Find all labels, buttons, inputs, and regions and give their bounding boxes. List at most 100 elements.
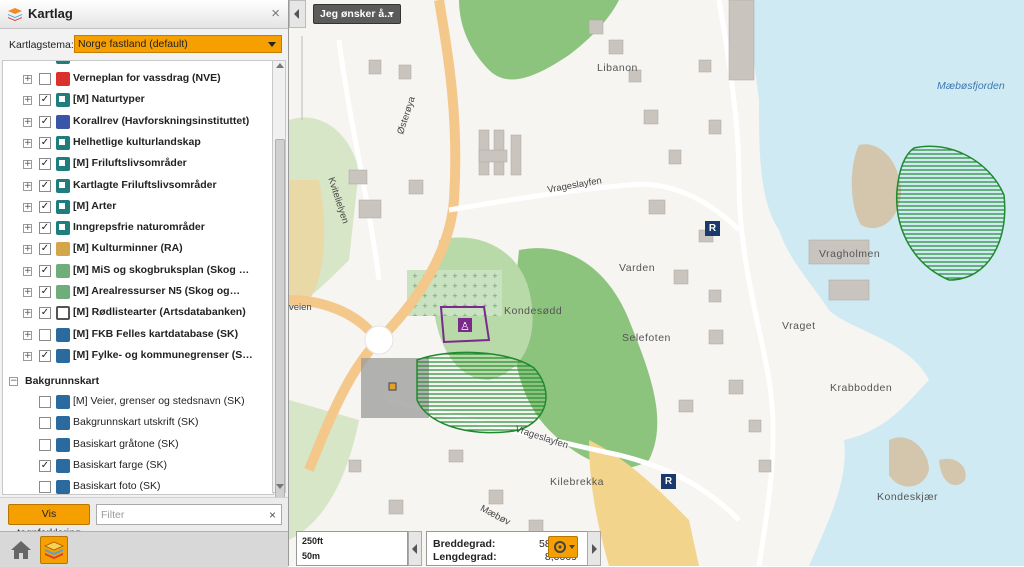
layer-row[interactable]: + ✓ [M] Friluftslivsområder <box>3 154 273 175</box>
scroll-up-icon[interactable] <box>276 63 284 68</box>
scale-feet-label: 250ft <box>302 536 324 546</box>
layer-checkbox[interactable]: ✓ <box>39 307 51 320</box>
layers-stack-icon <box>44 541 64 559</box>
coordinate-settings-button[interactable] <box>548 536 578 558</box>
layer-checkbox[interactable]: ✓ <box>39 94 51 107</box>
chevron-left-icon <box>294 9 299 19</box>
layer-label: [M] MiS og skogbruksplan (Skog og… <box>73 263 253 276</box>
layer-row[interactable]: + ✓ [M] Arter <box>3 197 273 218</box>
layer-checkbox[interactable]: ✓ <box>39 222 51 235</box>
place-label: Vraget <box>782 320 816 332</box>
i-want-to-button[interactable]: Jeg ønsker å... <box>313 4 401 24</box>
layer-row[interactable]: + ✓ [M] Rødlistearter (Artsdatabanken) <box>3 303 273 324</box>
show-legend-button[interactable]: Vis tegnforklaring <box>8 504 90 539</box>
sk-icon <box>56 395 70 409</box>
background-layer-row[interactable]: ✓ Basiskart farge (SK) <box>3 456 273 477</box>
expand-icon[interactable]: + <box>23 138 32 148</box>
layer-checkbox[interactable]: ✓ <box>39 243 51 256</box>
expand-icon[interactable]: + <box>23 351 32 361</box>
home-icon[interactable] <box>8 538 34 562</box>
previous-button[interactable] <box>408 531 422 566</box>
layer-label: Basiskart gråtone (SK) <box>73 437 179 450</box>
layer-row[interactable] <box>3 61 273 68</box>
layer-row[interactable]: + ✓ [M] Arealressurser N5 (Skog og… <box>3 282 273 303</box>
teal-square-icon <box>56 178 70 193</box>
background-layer-row[interactable]: Basiskart foto (SK) <box>3 477 273 494</box>
collapse-icon[interactable]: − <box>9 377 18 386</box>
map-view[interactable]: + <box>289 0 1024 566</box>
layer-checkbox[interactable] <box>39 417 51 430</box>
heritage-icon <box>56 242 70 257</box>
expand-icon[interactable]: + <box>23 309 32 319</box>
group-row-bakgrunnskart[interactable]: − Bakgrunnskart <box>3 372 273 392</box>
layer-list-scrollbar[interactable] <box>272 60 286 519</box>
layer-row[interactable]: + ✓ [M] Fylke- og kommunegrenser (SK) <box>3 346 273 367</box>
layer-row[interactable]: + ✓ [M] Kulturminner (RA) <box>3 239 273 260</box>
layers-icon <box>8 8 22 21</box>
layer-row[interactable]: + [M] FKB Felles kartdatabase (SK) <box>3 325 273 346</box>
layer-row[interactable]: + Verneplan for vassdrag (NVE) <box>3 69 273 90</box>
panel-title: Kartlag <box>28 6 73 21</box>
next-button[interactable] <box>587 531 601 566</box>
layer-checkbox[interactable] <box>39 73 51 85</box>
layer-row[interactable]: + ✓ Kartlagte Friluftslivsområder <box>3 176 273 197</box>
layer-checkbox[interactable]: ✓ <box>39 179 51 192</box>
teal-square-icon <box>56 199 70 214</box>
layer-row[interactable]: + ✓ [M] Naturtyper <box>3 90 273 111</box>
layer-checkbox[interactable]: ✓ <box>39 349 51 362</box>
expand-icon[interactable]: + <box>23 245 32 255</box>
layer-checkbox[interactable] <box>39 481 51 494</box>
layer-checkbox[interactable]: ✓ <box>39 115 51 128</box>
scroll-thumb[interactable] <box>275 139 285 519</box>
expand-icon[interactable]: + <box>23 330 32 340</box>
layer-checkbox[interactable]: ✓ <box>39 459 51 472</box>
road-label: veien <box>289 302 312 313</box>
expand-icon[interactable]: + <box>23 288 32 297</box>
layer-checkbox[interactable]: ✓ <box>39 158 51 171</box>
map-canvas[interactable]: + <box>289 0 1024 566</box>
background-layer-row[interactable]: [M] Veier, grenser og stedsnavn (SK) <box>3 392 273 413</box>
layer-checkbox[interactable] <box>39 328 51 341</box>
layers-button[interactable] <box>40 536 68 564</box>
coral-icon <box>56 114 70 129</box>
layer-row[interactable]: + ✓ Helhetlige kulturlandskap <box>3 133 273 154</box>
layer-label: [M] FKB Felles kartdatabase (SK) <box>73 327 239 340</box>
theme-select[interactable]: Norge fastland (default) <box>74 35 282 53</box>
layer-label: Verneplan for vassdrag (NVE) <box>73 72 221 84</box>
expand-icon[interactable]: + <box>23 75 32 84</box>
clear-filter-icon[interactable]: × <box>269 508 276 522</box>
poi-marker[interactable]: R <box>661 474 676 489</box>
collapse-panel-button[interactable] <box>289 0 306 28</box>
scroll-down-icon[interactable] <box>276 484 284 489</box>
expand-icon[interactable]: + <box>23 202 32 212</box>
expand-icon[interactable]: + <box>23 117 32 127</box>
layer-list: + Verneplan for vassdrag (NVE) + ✓ [M] Natur… <box>2 60 274 495</box>
layer-checkbox[interactable]: ✓ <box>39 200 51 213</box>
latitude-label: Breddegrad: <box>433 538 496 550</box>
background-layer-row[interactable]: Bakgrunnskart utskrift (SK) <box>3 413 273 434</box>
layer-checkbox[interactable] <box>39 396 51 408</box>
layer-checkbox[interactable]: ✓ <box>39 136 51 149</box>
layer-label: Basiskart foto (SK) <box>73 480 161 493</box>
background-layer-row[interactable]: Basiskart gråtone (SK) <box>3 435 273 456</box>
theme-label: Kartlagstema: <box>9 39 74 51</box>
gear-icon <box>554 541 575 553</box>
chevron-right-icon <box>592 544 597 554</box>
layer-row[interactable]: + ✓ Inngrepsfrie naturområder <box>3 218 273 239</box>
close-icon[interactable]: × <box>271 5 280 22</box>
layer-row[interactable]: + ✓ Korallrev (Havforskningsinstituttet) <box>3 112 273 133</box>
layer-checkbox[interactable]: ✓ <box>39 264 51 277</box>
expand-icon[interactable]: + <box>23 181 32 191</box>
sk-icon <box>56 437 70 452</box>
expand-icon[interactable]: + <box>23 224 32 234</box>
layer-checkbox[interactable] <box>39 438 51 451</box>
expand-icon[interactable]: + <box>23 266 32 276</box>
longitude-label: Lengdegrad: <box>433 551 497 563</box>
expand-icon[interactable]: + <box>23 160 32 170</box>
poi-marker[interactable]: R <box>705 221 720 236</box>
filter-input[interactable]: Filter × <box>96 504 282 525</box>
layer-row[interactable]: + ✓ [M] MiS og skogbruksplan (Skog og… <box>3 261 273 282</box>
layer-label: Inngrepsfrie naturområder <box>73 221 205 234</box>
expand-icon[interactable]: + <box>23 96 32 106</box>
layer-checkbox[interactable]: ✓ <box>39 286 51 298</box>
